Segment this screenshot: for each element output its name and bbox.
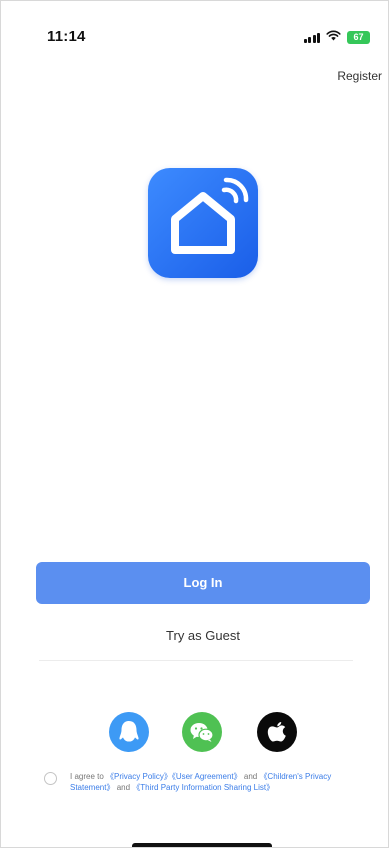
- apple-login-button[interactable]: [257, 712, 297, 752]
- smart-home-icon: [171, 177, 249, 254]
- app-logo: [148, 168, 258, 278]
- home-indicator: [132, 843, 272, 847]
- third-party-sharing-link[interactable]: 《Third Party Information Sharing List》: [132, 783, 274, 792]
- divider: [39, 660, 353, 661]
- wechat-login-button[interactable]: [182, 712, 222, 752]
- signal-icon: [303, 32, 320, 43]
- try-as-guest-button[interactable]: Try as Guest: [36, 621, 370, 651]
- battery-icon: 67: [347, 30, 370, 44]
- login-screen: 11:14 67 Register Log In Try as Guest I …: [0, 0, 389, 848]
- wechat-icon: [190, 723, 214, 742]
- status-icons: 67: [303, 28, 370, 46]
- status-time: 11:14: [47, 28, 86, 45]
- login-button[interactable]: Log In: [36, 562, 370, 604]
- qq-icon: [119, 721, 139, 742]
- apple-icon: [267, 722, 286, 742]
- agreement-and-1: and: [241, 772, 260, 781]
- agreement-checkbox[interactable]: [44, 772, 57, 785]
- user-agreement-link[interactable]: 《User Agreement》: [172, 772, 242, 781]
- agreement-and-2: and: [114, 783, 133, 792]
- agreement-prefix: I agree to: [70, 772, 107, 781]
- qq-login-button[interactable]: [109, 712, 149, 752]
- social-login-row: [1, 712, 388, 752]
- agreement-text: I agree to 《Privacy Policy》《User Agreeme…: [70, 771, 350, 793]
- register-link[interactable]: Register: [337, 69, 382, 83]
- status-bar: 11:14 67: [1, 1, 388, 61]
- wifi-icon: [326, 28, 341, 46]
- privacy-policy-link[interactable]: 《Privacy Policy》: [106, 772, 172, 781]
